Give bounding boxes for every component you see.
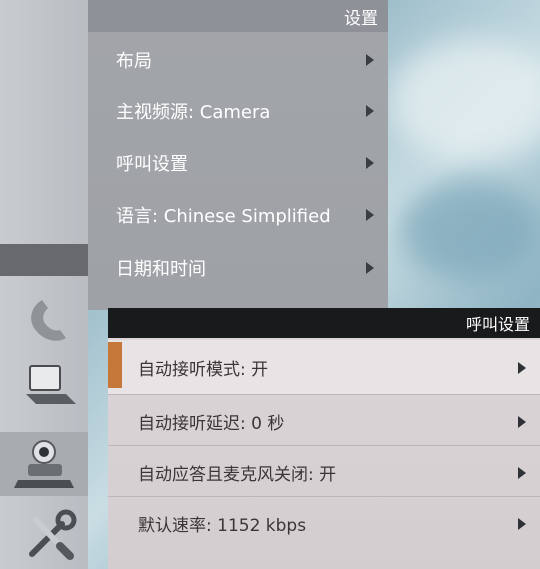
chevron-right-icon bbox=[366, 209, 374, 221]
menu-item-layout[interactable]: 布局 bbox=[88, 34, 388, 86]
call-settings-menu: 呼叫设置 自动接听模式: 开 自动接听延迟: 0 秒 自动应答且麦克风关闭: 开… bbox=[108, 308, 540, 569]
menu-item-label: 自动应答且麦克风关闭: 开 bbox=[138, 465, 337, 485]
tools-icon[interactable] bbox=[22, 506, 80, 564]
chevron-right-icon bbox=[366, 54, 374, 66]
menu-item-label: 呼叫设置 bbox=[116, 154, 188, 175]
menu-item-label: 布局 bbox=[116, 51, 152, 72]
menu-item-call-settings[interactable]: 呼叫设置 bbox=[88, 137, 388, 189]
settings-menu: 设置 布局 主视频源: Camera 呼叫设置 语言: Chinese Simp… bbox=[88, 0, 388, 310]
menu-item-label: 日期和时间 bbox=[116, 259, 206, 280]
background-cloud bbox=[400, 180, 540, 280]
chevron-right-icon bbox=[366, 157, 374, 169]
chevron-right-icon bbox=[518, 361, 526, 374]
menu-item-label: 语言: Chinese Simplified bbox=[116, 206, 331, 227]
menu-item-main-video-source[interactable]: 主视频源: Camera bbox=[88, 85, 388, 137]
phone-icon[interactable] bbox=[22, 288, 80, 346]
chevron-right-icon bbox=[518, 415, 526, 428]
menu-item-date-time[interactable]: 日期和时间 bbox=[88, 242, 388, 294]
menu-item-auto-answer-delay[interactable]: 自动接听延迟: 0 秒 bbox=[108, 394, 540, 449]
chevron-right-icon bbox=[518, 466, 526, 479]
settings-menu-title: 设置 bbox=[88, 0, 388, 32]
menu-item-label: 自动接听模式: 开 bbox=[138, 360, 269, 380]
chevron-right-icon bbox=[366, 262, 374, 274]
menu-item-label: 默认速率: 1152 kbps bbox=[138, 516, 307, 536]
chevron-right-icon bbox=[366, 105, 374, 117]
menu-item-auto-answer-mode[interactable]: 自动接听模式: 开 bbox=[108, 340, 540, 395]
menu-item-auto-answer-mic-off[interactable]: 自动应答且麦克风关闭: 开 bbox=[108, 445, 540, 500]
menu-item-default-rate[interactable]: 默认速率: 1152 kbps bbox=[108, 496, 540, 551]
menu-item-label: 主视频源: Camera bbox=[116, 102, 271, 123]
chevron-right-icon bbox=[518, 517, 526, 530]
laptop-icon[interactable] bbox=[22, 358, 80, 416]
sidebar-band bbox=[0, 244, 88, 276]
camera-icon bbox=[14, 440, 74, 488]
menu-item-label: 自动接听延迟: 0 秒 bbox=[138, 414, 285, 434]
selection-indicator bbox=[108, 342, 122, 388]
background-cloud bbox=[390, 40, 540, 160]
call-settings-menu-title: 呼叫设置 bbox=[108, 308, 540, 338]
sidebar bbox=[0, 0, 88, 569]
camera-item[interactable] bbox=[0, 432, 88, 496]
menu-item-language[interactable]: 语言: Chinese Simplified bbox=[88, 189, 388, 241]
